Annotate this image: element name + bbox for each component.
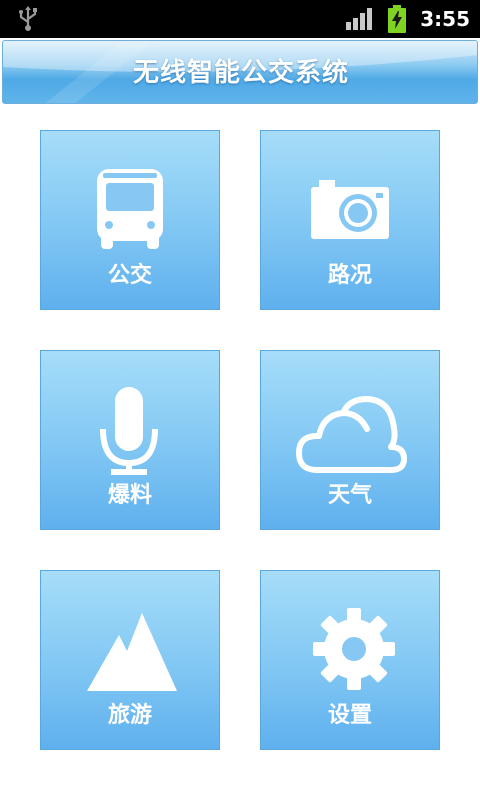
menu-tile-label: 公交: [107, 263, 152, 288]
battery-charging-icon: [388, 5, 406, 33]
menu-tile-travel[interactable]: 旅游: [40, 570, 220, 750]
bus-icon: [97, 169, 163, 249]
mountain-icon: [87, 613, 177, 691]
camera-icon: [311, 180, 389, 239]
title-bar-panel: 无线智能公交系统: [2, 40, 478, 104]
menu-tile-label: 天气: [327, 483, 372, 508]
gear-icon: [313, 608, 395, 690]
status-bar: 3:55: [0, 0, 480, 38]
status-time: 3:55: [420, 7, 470, 31]
title-bar: 无线智能公交系统: [0, 38, 480, 106]
page-title: 无线智能公交系统: [132, 58, 349, 88]
menu-tile-label: 设置: [327, 703, 372, 728]
usb-icon: [19, 6, 37, 31]
menu-tile-weather[interactable]: 天气: [260, 350, 440, 530]
menu-tile-label: 路况: [327, 263, 372, 288]
microphone-icon: [100, 387, 158, 475]
menu-tile-label: 旅游: [107, 703, 152, 728]
menu-tile-settings[interactable]: 设置: [260, 570, 440, 750]
cloud-icon: [296, 396, 407, 473]
menu-tile-traffic[interactable]: 路况: [260, 130, 440, 310]
signal-icon: [346, 8, 372, 30]
menu-tile-bus[interactable]: 公交: [40, 130, 220, 310]
menu-tile-report[interactable]: 爆料: [40, 350, 220, 530]
menu-tile-label: 爆料: [107, 483, 152, 508]
